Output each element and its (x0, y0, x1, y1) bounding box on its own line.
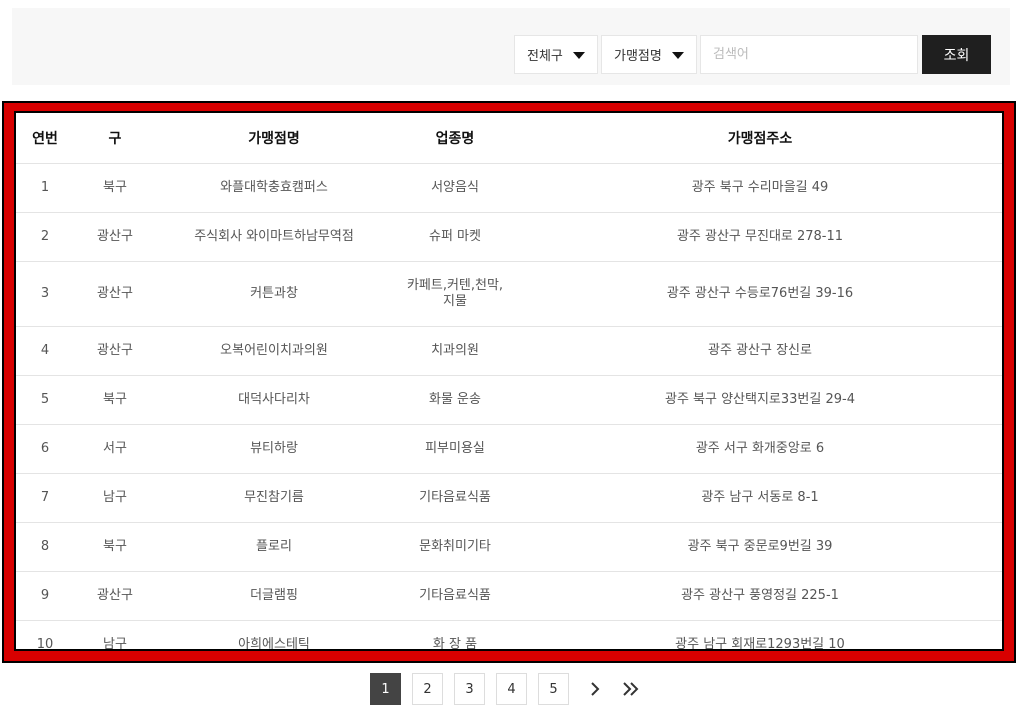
table-header-row: 연번 구 가맹점명 업종명 가맹점주소 (16, 113, 1002, 164)
cell-district: 광산구 (74, 261, 156, 327)
table-row: 5 북구 대덕사다리차 화물 운송 광주 북구 양산택지로33번길 29-4 (16, 375, 1002, 425)
double-chevron-right-icon (623, 682, 639, 696)
table-row: 4 광산구 오복어린이치과의원 치과의원 광주 광산구 장신로 (16, 326, 1002, 376)
cell-no: 8 (16, 522, 74, 572)
cell-no: 6 (16, 424, 74, 474)
cell-no: 7 (16, 473, 74, 523)
page-number: 4 (507, 681, 516, 697)
cell-business-type: 화 장 품 (432, 637, 478, 651)
header-store-name: 가맹점명 (156, 113, 392, 164)
page-button[interactable]: 4 (496, 673, 527, 705)
store-field-select[interactable]: 가맹점명 (601, 35, 697, 74)
header-no: 연번 (16, 113, 74, 164)
cell-business-type: 슈퍼 마켓 (392, 212, 518, 262)
page-button[interactable]: 5 (538, 673, 569, 705)
cell-no: 2 (16, 212, 74, 262)
table-row: 10 남구 아희에스테틱 화 장 품 광주 남구 회재로1293번길 10 (16, 621, 1002, 651)
page-number: 1 (381, 681, 390, 697)
cell-district: 광산구 (74, 212, 156, 262)
cell-business-type: 문화취미기타 (392, 522, 518, 572)
chevron-right-icon (591, 682, 600, 696)
cell-district: 광산구 (74, 571, 156, 621)
search-bar: 전체구 가맹점명 조회 (12, 8, 1010, 85)
table-row: 2 광산구 주식회사 와이마트하남무역점 슈퍼 마켓 광주 광산구 무진대로 278-1… (16, 212, 1002, 262)
cell-address: 광주 남구 회재로1293번길 10 (675, 637, 845, 651)
cell-no: 10 (36, 637, 54, 651)
cell-business-type: 기타음료식품 (392, 571, 518, 621)
cell-store-name: 주식회사 와이마트하남무역점 (156, 212, 392, 262)
header-district: 구 (74, 113, 156, 164)
cell-store-name: 플로리 (156, 522, 392, 572)
cell-address: 광주 남구 서동로 8-1 (518, 473, 1002, 523)
pagination: 1 2 3 4 5 (370, 672, 652, 706)
cell-store-name: 대덕사다리차 (156, 375, 392, 425)
store-table-container: 연번 구 가맹점명 업종명 가맹점주소 1 북구 와플대학충효캠퍼스 서양음식 광주 북… (14, 111, 1004, 651)
table-row: 3 광산구 커튼과창 카페트,커텐,천막, 지물 광주 광산구 수등로76번길 39-1… (16, 261, 1002, 327)
cell-store-name: 와플대학충효캠퍼스 (156, 163, 392, 213)
page-number: 2 (423, 681, 432, 697)
cell-address: 광주 서구 화개중앙로 6 (518, 424, 1002, 474)
cell-business-type: 서양음식 (392, 163, 518, 213)
cell-business-type: 화물 운송 (392, 375, 518, 425)
cell-store-name: 오복어린이치과의원 (156, 326, 392, 376)
cell-district: 북구 (74, 375, 156, 425)
page-number: 5 (549, 681, 558, 697)
cell-store-name: 뷰티하랑 (156, 424, 392, 474)
cell-address: 광주 북구 수리마을길 49 (518, 163, 1002, 213)
caret-down-icon (672, 52, 684, 59)
cell-no: 1 (16, 163, 74, 213)
cell-address: 광주 광산구 수등로76번길 39-16 (518, 261, 1002, 327)
table-row: 6 서구 뷰티하랑 피부미용실 광주 서구 화개중앙로 6 (16, 424, 1002, 474)
cell-address: 광주 광산구 풍영정길 225-1 (518, 571, 1002, 621)
page-button[interactable]: 3 (454, 673, 485, 705)
cell-district: 광산구 (74, 326, 156, 376)
header-address: 가맹점주소 (518, 113, 1002, 164)
table-row: 7 남구 무진참기름 기타음료식품 광주 남구 서동로 8-1 (16, 473, 1002, 523)
cell-district: 서구 (74, 424, 156, 474)
table-row: 9 광산구 더글램핑 기타음료식품 광주 광산구 풍영정길 225-1 (16, 571, 1002, 621)
cell-no: 9 (16, 571, 74, 621)
search-button[interactable]: 조회 (922, 35, 991, 74)
table-row: 1 북구 와플대학충효캠퍼스 서양음식 광주 북구 수리마을길 49 (16, 163, 1002, 213)
table-row: 8 북구 플로리 문화취미기타 광주 북구 중문로9번길 39 (16, 522, 1002, 572)
store-field-select-value: 가맹점명 (614, 49, 662, 64)
district-select[interactable]: 전체구 (514, 35, 598, 74)
cell-district: 남구 (103, 637, 127, 651)
cell-address: 광주 광산구 장신로 (518, 326, 1002, 376)
cell-business-type: 치과의원 (392, 326, 518, 376)
cell-business-type: 기타음료식품 (392, 473, 518, 523)
page-button[interactable]: 1 (370, 673, 401, 705)
cell-store-name: 무진참기름 (156, 473, 392, 523)
cell-no: 5 (16, 375, 74, 425)
page-number: 3 (465, 681, 474, 697)
cell-store-name: 아희에스테틱 (238, 637, 310, 651)
table-highlight-frame: 연번 구 가맹점명 업종명 가맹점주소 1 북구 와플대학충효캠퍼스 서양음식 광주 북… (2, 101, 1016, 663)
page-button[interactable]: 2 (412, 673, 443, 705)
cell-address: 광주 북구 중문로9번길 39 (518, 522, 1002, 572)
caret-down-icon (573, 52, 585, 59)
cell-address: 광주 광산구 무진대로 278-11 (518, 212, 1002, 262)
cell-business-type: 카페트,커텐,천막, 지물 (392, 261, 518, 327)
keyword-input[interactable] (700, 35, 918, 74)
cell-no: 4 (16, 326, 74, 376)
cell-business-type: 피부미용실 (392, 424, 518, 474)
cell-address: 광주 북구 양산택지로33번길 29-4 (518, 375, 1002, 425)
cell-no: 3 (16, 261, 74, 327)
cell-store-name: 더글램핑 (156, 571, 392, 621)
store-table: 연번 구 가맹점명 업종명 가맹점주소 1 북구 와플대학충효캠퍼스 서양음식 광주 북… (16, 113, 1002, 651)
district-select-value: 전체구 (527, 49, 563, 64)
header-business-type: 업종명 (392, 113, 518, 164)
last-page-button[interactable] (616, 673, 646, 705)
next-page-button[interactable] (580, 673, 610, 705)
cell-district: 북구 (74, 522, 156, 572)
cell-store-name: 커튼과창 (156, 261, 392, 327)
cell-district: 남구 (74, 473, 156, 523)
cell-district: 북구 (74, 163, 156, 213)
